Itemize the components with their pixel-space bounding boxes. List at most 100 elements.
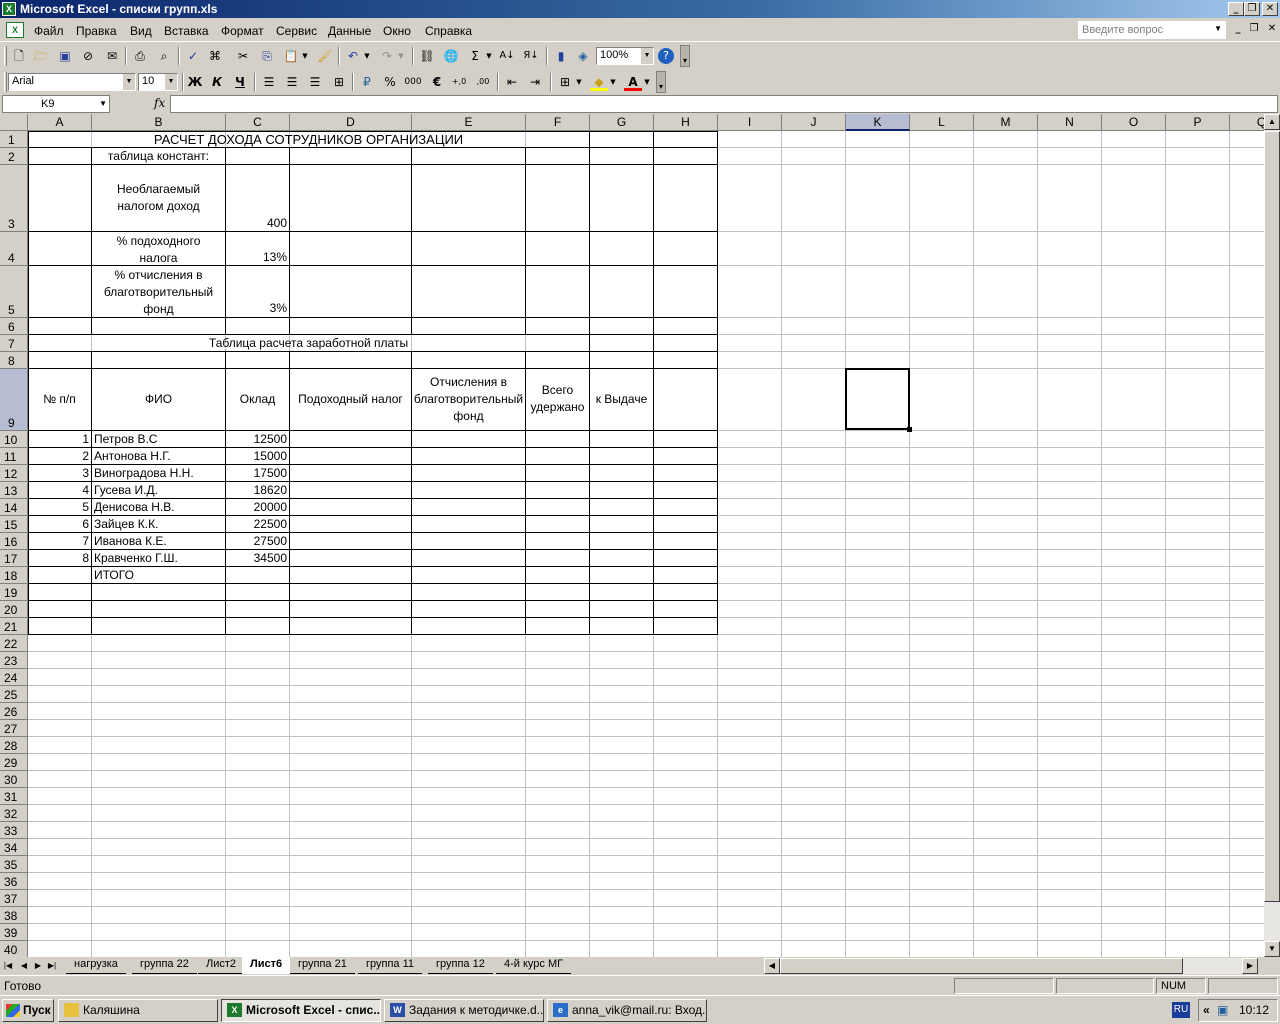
column-header[interactable]: E: [412, 114, 526, 131]
fill-color-icon[interactable]: ◆: [590, 73, 608, 91]
employee-name-cell[interactable]: Иванова К.Е.: [94, 533, 224, 550]
globe-icon[interactable]: 🌐: [442, 47, 460, 65]
bold-button[interactable]: Ж: [186, 73, 204, 91]
employee-name-cell[interactable]: Антонова Н.Г.: [94, 448, 224, 465]
employee-name-cell[interactable]: Виноградова Н.Н.: [94, 465, 224, 482]
doc-minimize-button[interactable]: _: [1230, 23, 1246, 37]
fill-handle[interactable]: [907, 427, 912, 432]
document-icon[interactable]: X: [6, 22, 24, 38]
prev-sheet-icon[interactable]: ◀: [18, 959, 30, 973]
constant-label-cell[interactable]: % подоходного налога: [96, 233, 221, 267]
undo-icon[interactable]: ↶: [344, 47, 362, 65]
vertical-scroll-thumb[interactable]: [1264, 131, 1280, 902]
menu-window[interactable]: Окно: [383, 24, 411, 38]
print-icon[interactable]: ⎙: [131, 47, 149, 65]
taskbar-item[interactable]: e anna_vik@mail.ru: Вход...: [547, 999, 707, 1022]
column-header[interactable]: A: [28, 114, 92, 131]
chevron-down-icon[interactable]: ▼: [641, 48, 653, 64]
constants-header-cell[interactable]: таблица констант:: [92, 148, 225, 165]
currency-icon[interactable]: ₽: [358, 73, 376, 91]
row-header[interactable]: 31: [0, 788, 28, 805]
menu-tools[interactable]: Сервис: [276, 24, 317, 38]
row-header[interactable]: 16: [0, 533, 28, 550]
network-icon[interactable]: ▣: [1217, 1000, 1228, 1021]
salary-cell[interactable]: 27500: [226, 533, 287, 550]
chevron-down-icon[interactable]: ▼: [123, 74, 135, 90]
row-header[interactable]: 25: [0, 686, 28, 703]
paste-icon[interactable]: 📋: [282, 47, 300, 65]
salary-cell[interactable]: 34500: [226, 550, 287, 567]
open-folder-icon[interactable]: 🗁: [32, 47, 50, 65]
row-header[interactable]: 6: [0, 318, 28, 335]
align-right-icon[interactable]: ☰: [306, 73, 324, 91]
row-header[interactable]: 29: [0, 754, 28, 771]
column-header[interactable]: C: [226, 114, 290, 131]
formula-input[interactable]: [170, 95, 1278, 113]
row-number-cell[interactable]: 3: [28, 465, 89, 482]
last-sheet-icon[interactable]: ▶|: [46, 959, 58, 973]
header-cell[interactable]: Подоходный налог: [290, 392, 411, 406]
copy-icon[interactable]: ⎘: [258, 47, 276, 65]
zoom-select[interactable]: 100% ▼: [596, 47, 654, 65]
sheet-title-cell[interactable]: РАСЧЕТ ДОХОДА СОТРУДНИКОВ ОРГАНИЗАЦИИ: [28, 131, 589, 148]
cut-icon[interactable]: ✂: [234, 47, 252, 65]
print-preview-icon[interactable]: ⌕: [155, 47, 173, 65]
new-document-icon[interactable]: 🗋: [10, 47, 28, 65]
column-header[interactable]: D: [290, 114, 412, 131]
row-header[interactable]: 23: [0, 652, 28, 669]
header-cell[interactable]: ФИО: [92, 392, 225, 406]
taskbar-item[interactable]: W Задания к методичке.d...: [384, 999, 544, 1022]
sheet-tab[interactable]: группа 21: [290, 957, 355, 974]
row-header[interactable]: 27: [0, 720, 28, 737]
row-header[interactable]: 2: [0, 148, 28, 165]
row-header[interactable]: 26: [0, 703, 28, 720]
underline-button[interactable]: Ч: [231, 73, 249, 91]
sheet-tab[interactable]: Лист2: [198, 957, 245, 974]
menu-data[interactable]: Данные: [328, 24, 371, 38]
italic-button[interactable]: К: [208, 73, 226, 91]
sheet-tab[interactable]: группа 22: [132, 957, 197, 974]
minimize-button[interactable]: _: [1228, 2, 1244, 16]
close-button[interactable]: ✕: [1262, 2, 1278, 16]
insert-hyperlink-icon[interactable]: ⛓: [418, 47, 436, 65]
employee-name-cell[interactable]: Денисова Н.В.: [94, 499, 224, 516]
row-header[interactable]: 22: [0, 635, 28, 652]
column-header[interactable]: N: [1038, 114, 1102, 131]
redo-icon[interactable]: ↷: [378, 47, 396, 65]
format-painter-icon[interactable]: 🖌: [316, 47, 334, 65]
row-header[interactable]: 33: [0, 822, 28, 839]
row-header[interactable]: 10: [0, 431, 28, 448]
chevron-down-icon[interactable]: ▼: [300, 47, 310, 65]
constant-value-cell[interactable]: 400: [226, 216, 287, 230]
total-label-cell[interactable]: ИТОГО: [94, 567, 224, 584]
research-icon[interactable]: ⌘: [206, 47, 224, 65]
save-icon[interactable]: ▣: [56, 47, 74, 65]
chevron-down-icon[interactable]: ▼: [608, 73, 618, 91]
chevron-down-icon[interactable]: ▼: [396, 47, 406, 65]
row-header[interactable]: 18: [0, 567, 28, 584]
increase-indent-icon[interactable]: ⇥: [526, 73, 544, 91]
constant-label-cell[interactable]: % отчисления в благотворительный фонд: [94, 267, 223, 318]
menu-view[interactable]: Вид: [130, 24, 152, 38]
row-header[interactable]: 34: [0, 839, 28, 856]
decrease-indent-icon[interactable]: ⇤: [503, 73, 521, 91]
sheet-tab[interactable]: группа 12: [428, 957, 493, 974]
row-number-cell[interactable]: 8: [28, 550, 89, 567]
horizontal-scroll-thumb[interactable]: [780, 958, 1183, 974]
column-header[interactable]: G: [590, 114, 654, 131]
row-header[interactable]: 20: [0, 601, 28, 618]
row-header[interactable]: 30: [0, 771, 28, 788]
start-button[interactable]: Пуск: [2, 999, 54, 1022]
row-number-cell[interactable]: 5: [28, 499, 89, 516]
scroll-right-icon[interactable]: ▶: [1242, 958, 1258, 974]
constant-label-cell[interactable]: Необлагаемый налогом доход: [96, 181, 221, 215]
help-icon[interactable]: ?: [658, 48, 674, 64]
row-header[interactable]: 5: [0, 266, 28, 318]
excel-app-icon[interactable]: X: [2, 2, 16, 16]
menu-edit[interactable]: Правка: [76, 24, 117, 38]
chevron-down-icon[interactable]: ▼: [574, 73, 584, 91]
row-header[interactable]: 7: [0, 335, 28, 352]
salary-cell[interactable]: 17500: [226, 465, 287, 482]
column-header[interactable]: J: [782, 114, 846, 131]
font-name-select[interactable]: Arial ▼: [8, 73, 136, 91]
